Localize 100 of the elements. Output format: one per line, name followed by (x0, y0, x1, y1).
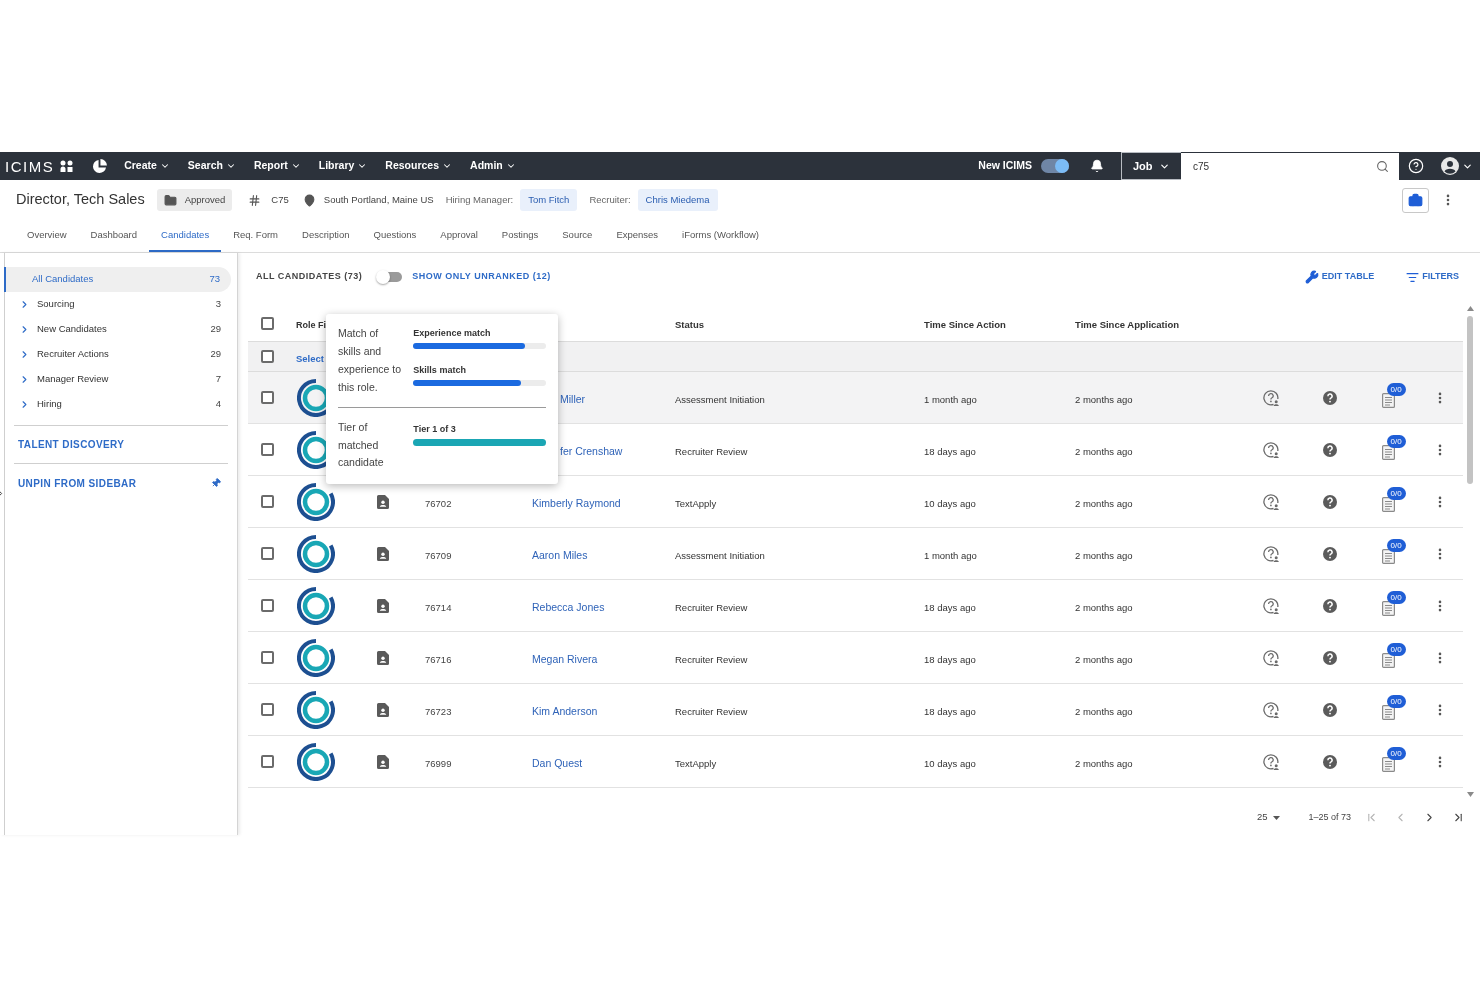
checkbox[interactable] (260, 443, 274, 456)
checkbox[interactable] (260, 316, 274, 330)
pie-chart-icon[interactable] (92, 158, 108, 174)
talent-discovery-link[interactable]: TALENT DISCOVERY (18, 437, 125, 452)
sidebar-item[interactable]: New Candidates 29 (5, 317, 232, 342)
scroll-down-icon[interactable] (1466, 792, 1474, 797)
question-person-icon[interactable] (1263, 493, 1279, 510)
nav-menu-button[interactable]: Report (244, 152, 310, 180)
file-person-icon[interactable] (377, 494, 389, 509)
file-person-icon[interactable] (377, 546, 389, 561)
document-icon[interactable] (1381, 549, 1395, 564)
search-icon[interactable] (1376, 159, 1389, 173)
nav-menu-button[interactable]: Search (178, 152, 245, 180)
candidate-name-link[interactable]: fer Crenshaw (560, 444, 623, 457)
question-person-icon[interactable] (1263, 441, 1279, 458)
checkbox[interactable] (260, 391, 274, 404)
sidebar-item[interactable]: Hiring 4 (5, 392, 232, 417)
candidate-name-link[interactable]: Miller (560, 392, 586, 405)
help-icon[interactable] (1322, 650, 1337, 665)
checkbox[interactable] (260, 599, 274, 612)
tab[interactable]: Expenses (604, 219, 671, 252)
checkbox[interactable] (260, 755, 274, 768)
document-icon[interactable] (1381, 757, 1395, 772)
scroll-up-icon[interactable] (1466, 306, 1474, 311)
candidate-name-link[interactable]: Rebecca Jones (532, 600, 605, 613)
tab[interactable]: Description (290, 219, 362, 252)
file-person-icon[interactable] (377, 650, 389, 665)
hiring-manager-chip[interactable]: Tom Fitch (520, 189, 578, 211)
column-header[interactable]: Role Fi (296, 320, 326, 330)
brand-logo[interactable]: ICIMS (5, 158, 55, 174)
document-icon[interactable] (1381, 497, 1395, 512)
scrollbar-thumb[interactable] (1467, 316, 1473, 484)
file-person-icon[interactable] (377, 754, 389, 769)
question-person-icon[interactable] (1263, 701, 1279, 718)
help-icon[interactable] (1408, 158, 1424, 174)
document-icon[interactable] (1381, 393, 1395, 408)
tab[interactable]: Overview (15, 219, 79, 252)
tab[interactable]: Source (550, 219, 605, 252)
tab[interactable]: Postings (489, 219, 551, 252)
document-icon[interactable] (1381, 653, 1395, 668)
tab[interactable]: Req. Form (221, 219, 290, 252)
recruiter-chip[interactable]: Chris Miedema (637, 189, 718, 211)
toolbar-action-button[interactable]: FILTERS (1406, 270, 1459, 284)
question-person-icon[interactable] (1263, 545, 1279, 562)
nav-menu-button[interactable]: Resources (376, 152, 462, 180)
candidate-name-link[interactable]: Dan Quest (532, 756, 583, 769)
question-person-icon[interactable] (1263, 597, 1279, 614)
notifications-icon[interactable] (1090, 159, 1104, 173)
help-icon[interactable] (1322, 702, 1337, 717)
sidebar-item[interactable]: Recruiter Actions 29 (5, 342, 232, 367)
new-icims-toggle[interactable] (1041, 159, 1069, 173)
checkbox[interactable] (260, 547, 274, 560)
candidate-name-link[interactable]: Kim Anderson (532, 704, 598, 717)
nav-menu-button[interactable]: Library (309, 152, 377, 180)
table-cell: 18 days ago (924, 601, 976, 613)
tab[interactable]: Questions (361, 219, 429, 252)
help-icon[interactable] (1322, 390, 1337, 405)
candidate-name-link[interactable]: Kimberly Raymond (532, 496, 621, 509)
toolbar-action-button[interactable]: EDIT TABLE (1304, 270, 1375, 284)
help-icon[interactable] (1322, 546, 1337, 561)
page-size-dropdown[interactable]: 25 (1256, 810, 1281, 825)
unranked-toggle[interactable] (376, 270, 404, 284)
question-person-icon[interactable] (1263, 753, 1279, 770)
help-icon[interactable] (1322, 494, 1337, 509)
sidebar-item[interactable]: Sourcing 3 (5, 292, 232, 317)
select-link[interactable]: Select (296, 352, 324, 364)
column-header[interactable]: Status (675, 319, 705, 330)
column-header[interactable]: Time Since Application (1075, 319, 1179, 330)
nav-menu-button[interactable]: Admin (461, 152, 525, 180)
tab[interactable]: Candidates (149, 219, 222, 252)
help-icon[interactable] (1322, 754, 1337, 769)
column-header[interactable]: Time Since Action (924, 319, 1006, 330)
question-person-icon[interactable] (1263, 389, 1279, 406)
help-icon[interactable] (1322, 442, 1337, 457)
toggle-label[interactable]: SHOW ONLY UNRANKED (12) (412, 270, 551, 284)
question-person-icon[interactable] (1263, 649, 1279, 666)
briefcase-button[interactable] (1402, 187, 1429, 213)
user-avatar-icon[interactable] (1441, 157, 1459, 175)
checkbox[interactable] (260, 495, 274, 508)
scrollbar[interactable] (1466, 305, 1474, 800)
candidate-name-link[interactable]: Megan Rivera (532, 652, 598, 665)
candidate-name-link[interactable]: Aaron Miles (532, 548, 588, 561)
sidebar-item[interactable]: Manager Review 7 (5, 367, 232, 392)
tab[interactable]: Approval (428, 219, 490, 252)
unpin-sidebar-button[interactable]: UNPIN FROM SIDEBAR (18, 475, 137, 491)
checkbox[interactable] (260, 703, 274, 716)
search-field[interactable]: c75 (1181, 152, 1399, 180)
help-icon[interactable] (1322, 598, 1337, 613)
document-icon[interactable] (1381, 601, 1395, 616)
tab[interactable]: iForms (Workflow) (670, 219, 771, 252)
table-cell: 1 month ago (924, 393, 977, 405)
checkbox[interactable] (260, 651, 274, 664)
file-person-icon[interactable] (377, 702, 389, 717)
document-icon[interactable] (1381, 445, 1395, 460)
tab[interactable]: Dashboard (78, 219, 150, 252)
file-person-icon[interactable] (377, 598, 389, 613)
document-icon[interactable] (1381, 705, 1395, 720)
checkbox[interactable] (260, 350, 274, 363)
nav-menu-button[interactable]: Create (115, 152, 179, 180)
sidebar-item[interactable]: All Candidates 73 (4, 267, 231, 292)
